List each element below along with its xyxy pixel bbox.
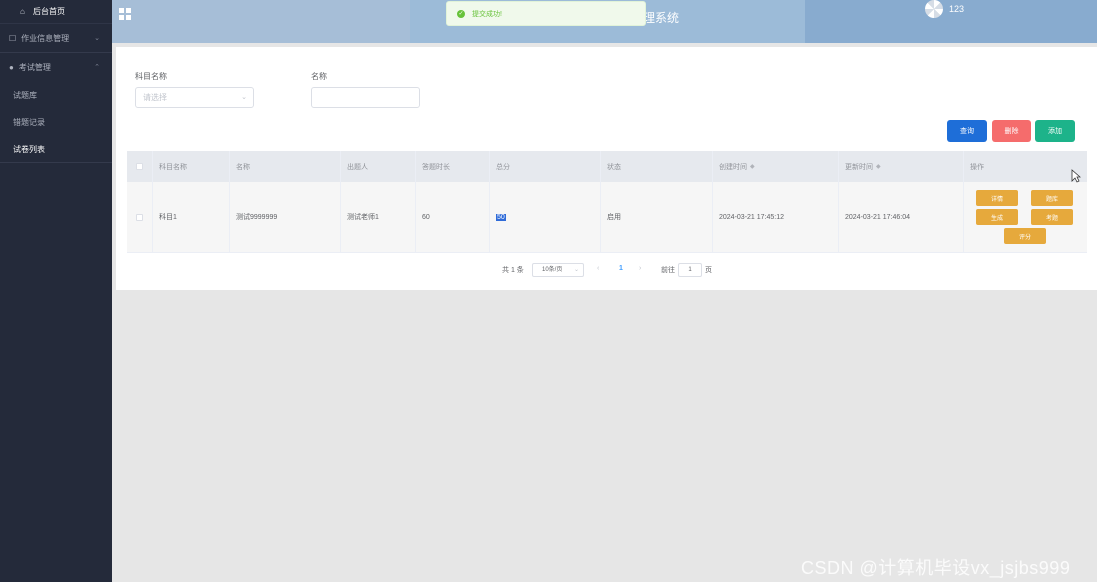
page-number[interactable]: 1: [619, 265, 623, 272]
pagination: 共 1 条 10条/页 ⌄ ‹ 1 › 前往 1 页: [116, 263, 1097, 277]
page-size-select[interactable]: 10条/页 ⌄: [532, 263, 584, 277]
home-icon: ⌂: [20, 6, 25, 16]
delete-button[interactable]: 删除: [992, 120, 1031, 142]
question-bank-button[interactable]: 题库: [1031, 190, 1073, 206]
header-updated[interactable]: 更新时间 ◆: [839, 151, 964, 182]
cell-status: 启用: [601, 182, 713, 252]
subject-select-placeholder: 请选择: [143, 93, 167, 102]
sidebar-home-label: 后台首页: [33, 7, 65, 16]
sort-icon[interactable]: ◆: [876, 163, 881, 170]
header-author: 出题人: [341, 151, 416, 182]
header-subject: 科目名称: [153, 151, 230, 182]
goto-label: 前往: [661, 267, 675, 274]
watermark: CSDN @计算机毕设vx_jsjbs999: [801, 558, 1071, 578]
pagination-total: 共 1 条: [502, 267, 524, 274]
chevron-up-icon: ⌃: [94, 64, 100, 71]
sidebar-group-exam[interactable]: ● 考试管理 ⌃: [0, 53, 112, 82]
sidebar-group-label: 作业信息管理: [21, 33, 70, 43]
mouse-cursor-icon: [1071, 169, 1081, 183]
sidebar-item-home[interactable]: ⌂ 后台首页: [0, 0, 112, 24]
header-actions: 操作: [970, 163, 984, 171]
paper-table: 科目名称 名称 出题人 答题时长 总分 状态 创建时间 ◆ 更新时间 ◆ 操作 …: [127, 151, 1087, 253]
header-duration: 答题时长: [416, 151, 490, 182]
header-created[interactable]: 创建时间 ◆: [713, 151, 839, 182]
toast-message: 提交成功!: [472, 10, 502, 18]
row-select-cell: [127, 182, 153, 252]
subject-select[interactable]: 请选择 ⌄: [135, 87, 254, 108]
generate-button[interactable]: 生成: [976, 209, 1018, 225]
username[interactable]: 123: [949, 4, 964, 14]
page-size-value: 10条/页: [542, 267, 563, 273]
menu-grid-icon[interactable]: [119, 8, 131, 20]
sidebar-item-label: 错题记录: [13, 118, 45, 127]
cell-actions: 详情 题库 生成 考题 评分: [964, 182, 1087, 252]
next-page-icon[interactable]: ›: [639, 265, 641, 272]
cell-name: 测试9999999: [230, 182, 341, 252]
table-header: 科目名称 名称 出题人 答题时长 总分 状态 创建时间 ◆ 更新时间 ◆ 操作: [127, 151, 1087, 182]
cell-subject: 科目1: [153, 182, 230, 252]
query-button[interactable]: 查询: [947, 120, 987, 142]
sidebar-item-label: 试题库: [13, 91, 37, 100]
edit-icon: ☐: [9, 33, 17, 43]
cell-created: 2024-03-21 17:45:12: [713, 182, 839, 252]
grade-button[interactable]: 评分: [1004, 228, 1046, 244]
sort-icon[interactable]: ◆: [750, 163, 755, 170]
header-total: 总分: [490, 151, 601, 182]
chevron-down-icon: ⌄: [94, 35, 100, 42]
sidebar-item-wrong-records[interactable]: 错题记录: [0, 109, 112, 136]
location-icon: ●: [9, 63, 14, 72]
cell-total: 50: [490, 182, 601, 252]
main-panel: 科目名称 请选择 ⌄ 名称 查询 删除 添加 科目名称 名称 出题人 答题时长 …: [116, 47, 1097, 290]
system-title: 理系统: [643, 11, 680, 25]
sidebar-group-homework[interactable]: ☐ 作业信息管理 ⌄: [0, 24, 112, 53]
cell-updated: 2024-03-21 17:46:04: [839, 182, 964, 252]
header-status: 状态: [601, 151, 713, 182]
header-name: 名称: [230, 151, 341, 182]
prev-page-icon[interactable]: ‹: [597, 265, 599, 272]
cell-author: 测试老师1: [341, 182, 416, 252]
add-button[interactable]: 添加: [1035, 120, 1075, 142]
header-created-label: 创建时间: [719, 163, 747, 171]
select-all-cell: [127, 151, 153, 182]
sidebar: ⌂ 后台首页 ☐ 作业信息管理 ⌄ ● 考试管理 ⌃ 试题库 错题记录 试卷列表: [0, 0, 112, 582]
sidebar-item-question-bank[interactable]: 试题库: [0, 82, 112, 109]
name-filter-label: 名称: [311, 72, 327, 81]
sidebar-group-label: 考试管理: [18, 63, 51, 72]
row-checkbox[interactable]: [136, 213, 143, 221]
table-row: 科目1 测试9999999 测试老师1 60 50 启用 2024-03-21 …: [127, 182, 1087, 253]
select-all-checkbox[interactable]: [136, 163, 143, 170]
header-updated-label: 更新时间: [845, 163, 873, 171]
check-circle-icon: ✓: [457, 9, 465, 18]
avatar[interactable]: [925, 0, 943, 18]
detail-button[interactable]: 详情: [976, 190, 1018, 206]
goto-page-input[interactable]: 1: [678, 263, 702, 277]
goto-suffix: 页: [705, 267, 712, 274]
subject-filter-label: 科目名称: [135, 72, 167, 81]
sidebar-item-label: 试卷列表: [13, 144, 45, 154]
chevron-down-icon: ⌄: [241, 94, 247, 101]
cell-total-value: 50: [496, 213, 506, 221]
cell-duration: 60: [416, 182, 490, 252]
success-toast: ✓ 提交成功!: [446, 1, 646, 26]
exam-questions-button[interactable]: 考题: [1031, 209, 1073, 225]
sidebar-item-paper-list[interactable]: 试卷列表: [0, 136, 112, 163]
chevron-down-icon: ⌄: [573, 267, 579, 273]
name-input[interactable]: [311, 87, 420, 108]
